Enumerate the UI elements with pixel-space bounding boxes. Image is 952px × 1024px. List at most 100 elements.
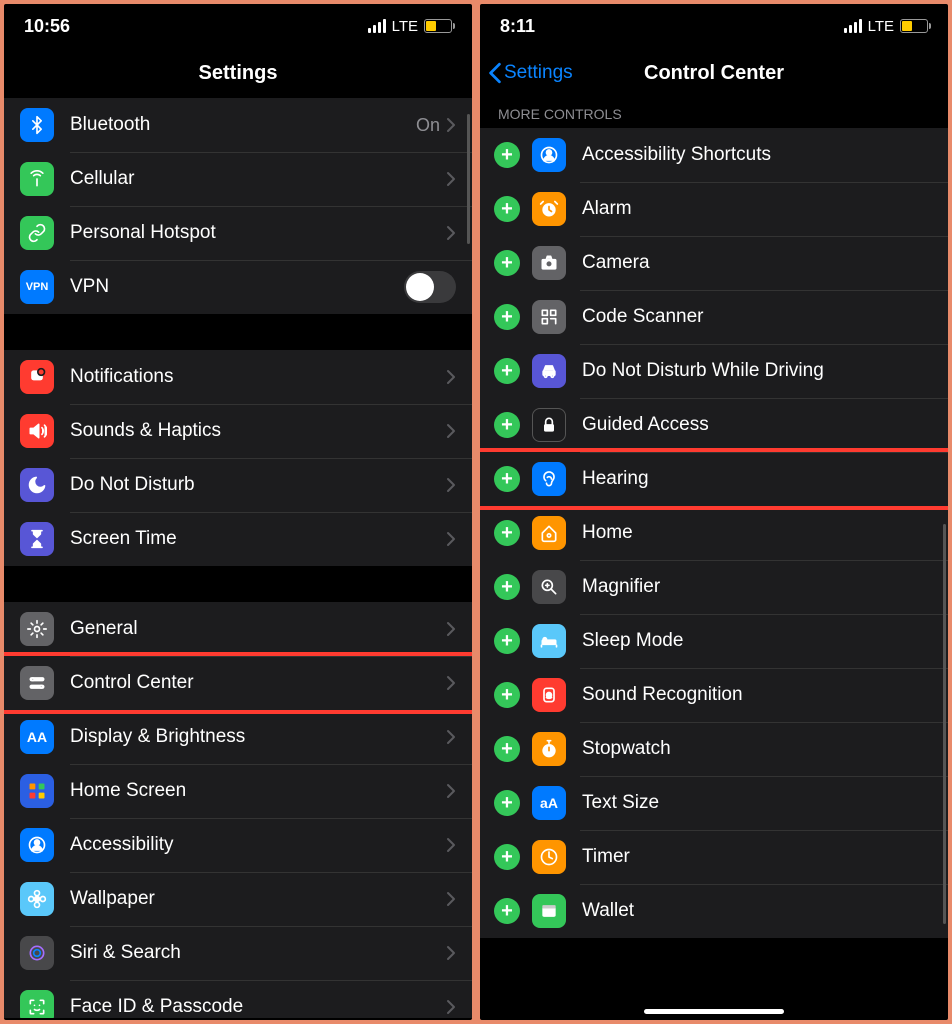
settings-row-display[interactable]: AADisplay & Brightness [4, 710, 472, 764]
row-label: Accessibility [70, 834, 446, 856]
scrollbar-indicator [467, 114, 470, 244]
battery-icon [424, 19, 452, 33]
row-label: Control Center [70, 672, 446, 694]
row-label: Cellular [70, 168, 446, 190]
row-label: Code Scanner [582, 306, 934, 328]
chevron-right-icon [446, 477, 456, 493]
add-button[interactable]: + [494, 844, 520, 870]
add-button[interactable]: + [494, 142, 520, 168]
control-row-magnifier[interactable]: + Magnifier [480, 560, 948, 614]
toggle-switch[interactable] [404, 271, 456, 303]
control-row-alarm[interactable]: + Alarm [480, 182, 948, 236]
row-label: Display & Brightness [70, 726, 446, 748]
settings-row-siri[interactable]: Siri & Search [4, 926, 472, 980]
add-button[interactable]: + [494, 466, 520, 492]
chevron-right-icon [446, 999, 456, 1015]
control-row-codescanner[interactable]: + Code Scanner [480, 290, 948, 344]
add-button[interactable]: + [494, 196, 520, 222]
add-button[interactable]: + [494, 520, 520, 546]
row-label: Sound Recognition [582, 684, 934, 706]
stopwatch-icon [532, 732, 566, 766]
control-row-stopwatch[interactable]: + Stopwatch [480, 722, 948, 776]
add-button[interactable]: + [494, 628, 520, 654]
settings-row-screentime[interactable]: Screen Time [4, 512, 472, 566]
control-row-home[interactable]: + Home [480, 506, 948, 560]
control-row-textsize[interactable]: +aAText Size [480, 776, 948, 830]
car-icon [532, 354, 566, 388]
page-title: Settings [199, 62, 278, 85]
control-row-sleepmode[interactable]: + Sleep Mode [480, 614, 948, 668]
add-button[interactable]: + [494, 358, 520, 384]
settings-row-notifications[interactable]: Notifications [4, 350, 472, 404]
chevron-right-icon [446, 369, 456, 385]
control-row-timer[interactable]: +Timer [480, 830, 948, 884]
add-button[interactable]: + [494, 682, 520, 708]
settings-list[interactable]: BluetoothOnCellularPersonal HotspotVPNVP… [4, 98, 472, 1018]
settings-row-hotspot[interactable]: Personal Hotspot [4, 206, 472, 260]
magnify-icon [532, 570, 566, 604]
chevron-right-icon [446, 531, 456, 547]
settings-row-controlcenter[interactable]: Control Center [4, 656, 472, 710]
add-button[interactable]: + [494, 736, 520, 762]
settings-row-accessibility[interactable]: Accessibility [4, 818, 472, 872]
row-label: Face ID & Passcode [70, 996, 446, 1018]
settings-row-dnd[interactable]: Do Not Disturb [4, 458, 472, 512]
bed-icon [532, 624, 566, 658]
row-label: Bluetooth [70, 114, 416, 136]
page-title: Control Center [644, 62, 784, 85]
section-header: MORE CONTROLS [480, 98, 948, 128]
control-row-hearing[interactable]: +Hearing [480, 452, 948, 506]
control-row-camera[interactable]: + Camera [480, 236, 948, 290]
network-label: LTE [868, 18, 894, 35]
control-row-a11y-shortcuts[interactable]: +Accessibility Shortcuts [480, 128, 948, 182]
status-time: 10:56 [24, 16, 70, 37]
settings-row-cellular[interactable]: Cellular [4, 152, 472, 206]
row-label: Sounds & Haptics [70, 420, 446, 442]
back-button[interactable]: Settings [488, 62, 573, 84]
text-aa-icon: aA [532, 786, 566, 820]
toggles-icon [20, 666, 54, 700]
control-row-dnd-driving[interactable]: +Do Not Disturb While Driving [480, 344, 948, 398]
row-label: Magnifier [582, 576, 934, 598]
add-button[interactable]: + [494, 790, 520, 816]
row-label: Camera [582, 252, 934, 274]
row-label: Home [582, 522, 934, 544]
faceid-icon [20, 990, 54, 1018]
add-button[interactable]: + [494, 898, 520, 924]
add-button[interactable]: + [494, 304, 520, 330]
row-label: Siri & Search [70, 942, 446, 964]
row-label: Sleep Mode [582, 630, 934, 652]
settings-row-sounds[interactable]: Sounds & Haptics [4, 404, 472, 458]
chevron-right-icon [446, 171, 456, 187]
vpn-icon: VPN [20, 270, 54, 304]
control-row-wallet[interactable]: +Wallet [480, 884, 948, 938]
settings-row-homescreen[interactable]: Home Screen [4, 764, 472, 818]
status-time: 8:11 [500, 16, 535, 37]
home-indicator[interactable] [644, 1009, 784, 1014]
settings-row-wallpaper[interactable]: Wallpaper [4, 872, 472, 926]
more-controls-list[interactable]: +Accessibility Shortcuts+Alarm+Camera+Co… [480, 128, 948, 938]
control-row-soundrec[interactable]: + Sound Recognition [480, 668, 948, 722]
row-label: Alarm [582, 198, 934, 220]
chevron-right-icon [446, 423, 456, 439]
control-center-screen: 8:11 LTE Settings Control Center MORE CO… [480, 4, 948, 1020]
person-icon [532, 138, 566, 172]
row-label: Stopwatch [582, 738, 934, 760]
chevron-right-icon [446, 783, 456, 799]
chevron-right-icon [446, 891, 456, 907]
nav-bar: Settings Control Center [480, 48, 948, 98]
add-button[interactable]: + [494, 250, 520, 276]
status-bar: 10:56 LTE [4, 4, 472, 48]
chevron-right-icon [446, 621, 456, 637]
add-button[interactable]: + [494, 574, 520, 600]
add-button[interactable]: + [494, 412, 520, 438]
settings-row-general[interactable]: General [4, 602, 472, 656]
row-label: Do Not Disturb [70, 474, 446, 496]
settings-row-bluetooth[interactable]: BluetoothOn [4, 98, 472, 152]
settings-row-vpn[interactable]: VPNVPN [4, 260, 472, 314]
row-label: Notifications [70, 366, 446, 388]
settings-row-faceid[interactable]: Face ID & Passcode [4, 980, 472, 1018]
alarm-icon [532, 192, 566, 226]
control-row-guided[interactable]: +Guided Access [480, 398, 948, 452]
qr-icon [532, 300, 566, 334]
